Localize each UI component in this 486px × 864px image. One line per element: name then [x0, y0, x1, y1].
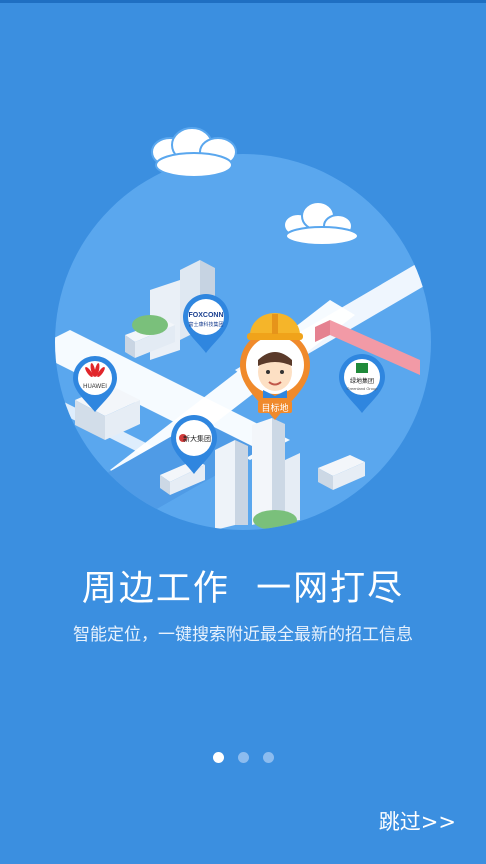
foxconn-logo-subtext: 富士康科技集团 — [188, 321, 223, 328]
huawei-logo-text: HUAWEI — [83, 384, 107, 390]
lvdi-logo-text: 绿地集团 — [350, 377, 374, 385]
map-illustration: FOXCONN 富士康科技集团 HUAWEI 新大集团 绿地集团 Greenla… — [55, 127, 431, 530]
page-indicator — [0, 752, 486, 766]
xinda-logo-text: 新大集团 — [183, 434, 211, 443]
lvdi-logo-subtext: Greenland Group — [347, 386, 379, 391]
status-bar — [0, 0, 486, 3]
cloud-left — [151, 127, 237, 178]
page-dot-3 — [262, 752, 274, 763]
subtitle: 智能定位，一键搜索附近最全最新的招工信息 — [73, 625, 413, 645]
page-dot-1 — [212, 752, 224, 763]
foxconn-logo-text: FOXCONN — [189, 312, 224, 319]
page-dot-2 — [237, 752, 249, 763]
lvdi-logo-icon — [356, 363, 368, 373]
headline: 周边工作 一网打尽 — [81, 569, 405, 609]
skip-button[interactable]: 跳过>> — [379, 806, 456, 836]
target-label: 目标地 — [261, 402, 288, 414]
